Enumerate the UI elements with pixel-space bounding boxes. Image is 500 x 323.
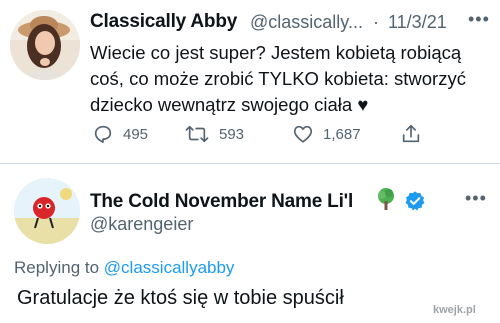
reply-count: 495 xyxy=(123,125,149,143)
retweet-count: 593 xyxy=(219,125,245,143)
replying-mention-link[interactable]: @classicallyabby xyxy=(104,258,235,277)
share-button[interactable] xyxy=(400,122,422,146)
reply-avatar[interactable] xyxy=(14,178,80,244)
reply-author-name[interactable]: The Cold November Name Li'l xyxy=(90,191,353,213)
tree-icon xyxy=(378,188,394,210)
share-icon xyxy=(402,124,420,143)
author-name[interactable]: Classically Abby xyxy=(90,11,237,33)
retweet-icon xyxy=(185,125,209,143)
reply-text: Gratulacje że ktoś się w tobie spuścił xyxy=(17,287,344,309)
tweet-actions: 495 593 1,687 xyxy=(92,122,492,146)
reply-author-handle[interactable]: @karengeier xyxy=(90,214,193,235)
replying-to: Replying to @classicallyabby xyxy=(14,258,234,278)
separator: · xyxy=(373,12,379,32)
tweet-text: Wiecie co jest super? Jestem kobietą rob… xyxy=(90,42,466,115)
reply-icon xyxy=(94,125,112,143)
tweet-date[interactable]: 11/3/21 xyxy=(388,12,447,33)
watermark: kwejk.pl xyxy=(433,304,476,316)
author-handle[interactable]: @classically... xyxy=(250,12,363,33)
original-tweet[interactable]: Classically Abby @classically... · 11/3/… xyxy=(0,0,500,160)
avatar-photo-icon xyxy=(10,10,80,80)
more-icon[interactable]: ••• xyxy=(468,9,490,30)
like-count: 1,687 xyxy=(323,125,361,143)
like-button[interactable]: 1,687 xyxy=(292,122,361,146)
verified-badge-icon xyxy=(405,191,425,211)
cartoon-avatar-icon xyxy=(14,178,80,244)
replying-prefix: Replying to xyxy=(14,258,100,277)
heart-icon xyxy=(293,125,313,143)
reply-button[interactable]: 495 xyxy=(92,122,148,146)
divider xyxy=(0,163,500,164)
retweet-button[interactable]: 593 xyxy=(184,122,244,146)
avatar[interactable] xyxy=(10,10,80,80)
reply-more-icon[interactable]: ••• xyxy=(465,188,487,209)
